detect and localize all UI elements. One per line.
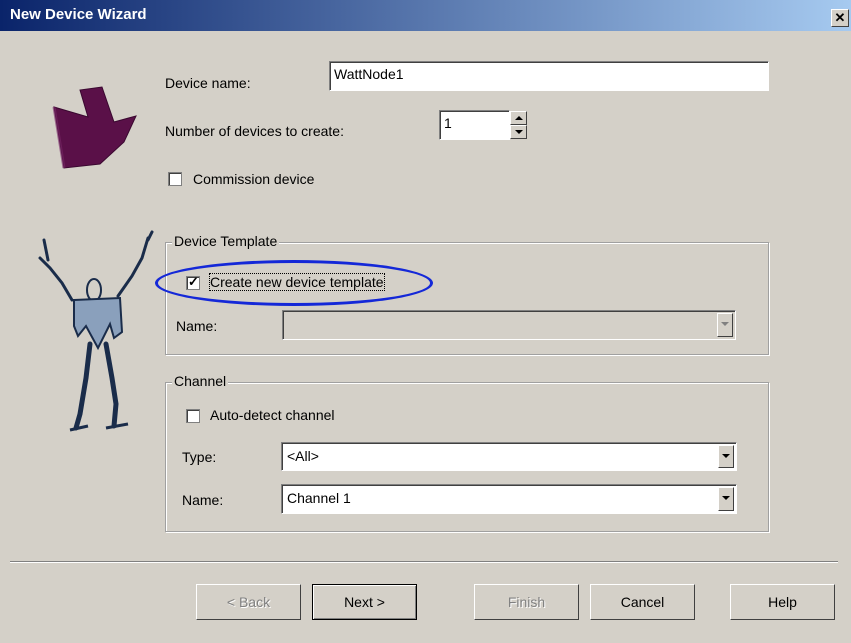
auto-detect-channel-checkbox[interactable] bbox=[186, 409, 200, 423]
device-name-label: Device name: bbox=[165, 75, 251, 91]
commission-device-label: Commission device bbox=[193, 171, 315, 187]
help-button[interactable]: Help bbox=[730, 584, 835, 620]
chevron-down-icon[interactable] bbox=[718, 487, 734, 511]
channel-type-select[interactable]: <All> bbox=[281, 442, 737, 471]
template-name-label: Name: bbox=[176, 318, 218, 334]
auto-detect-channel-label: Auto-detect channel bbox=[210, 407, 335, 423]
new-device-wizard-dialog: New Device Wizard ✕ Device name: WattNod… bbox=[0, 0, 851, 643]
spin-up-icon[interactable] bbox=[510, 111, 527, 125]
channel-name-value: Channel 1 bbox=[287, 490, 351, 506]
spin-down-icon[interactable] bbox=[510, 125, 527, 139]
chevron-down-icon[interactable] bbox=[718, 445, 734, 468]
device-count-spinner[interactable] bbox=[510, 110, 527, 140]
checkmark-icon: ✓ bbox=[188, 274, 199, 289]
device-template-legend: Device Template bbox=[172, 233, 280, 249]
finish-button[interactable]: Finish bbox=[474, 584, 579, 620]
title-bar[interactable]: New Device Wizard ✕ bbox=[0, 0, 851, 31]
channel-type-label: Type: bbox=[182, 449, 217, 465]
puzzle-piece-icon bbox=[52, 86, 137, 169]
back-button[interactable]: < Back bbox=[196, 584, 301, 620]
close-icon[interactable]: ✕ bbox=[831, 9, 849, 27]
dancer-figure-icon bbox=[38, 230, 154, 432]
window-title: New Device Wizard bbox=[10, 6, 147, 23]
commission-device-checkbox[interactable] bbox=[168, 172, 182, 186]
create-template-label: Create new device template bbox=[209, 273, 385, 291]
channel-name-label: Name: bbox=[182, 492, 224, 508]
channel-legend: Channel bbox=[172, 373, 229, 389]
channel-type-value: <All> bbox=[287, 448, 319, 464]
cancel-button[interactable]: Cancel bbox=[590, 584, 695, 620]
device-name-input[interactable]: WattNode1 bbox=[329, 61, 769, 91]
channel-name-select[interactable]: Channel 1 bbox=[281, 484, 737, 514]
device-count-input[interactable]: 1 bbox=[439, 110, 510, 140]
create-template-checkbox[interactable]: ✓ bbox=[186, 274, 200, 290]
chevron-down-icon[interactable] bbox=[717, 313, 733, 337]
footer-separator bbox=[10, 561, 838, 563]
device-count-label: Number of devices to create: bbox=[165, 123, 344, 139]
next-button[interactable]: Next > bbox=[312, 584, 417, 620]
template-name-select[interactable] bbox=[282, 310, 736, 340]
